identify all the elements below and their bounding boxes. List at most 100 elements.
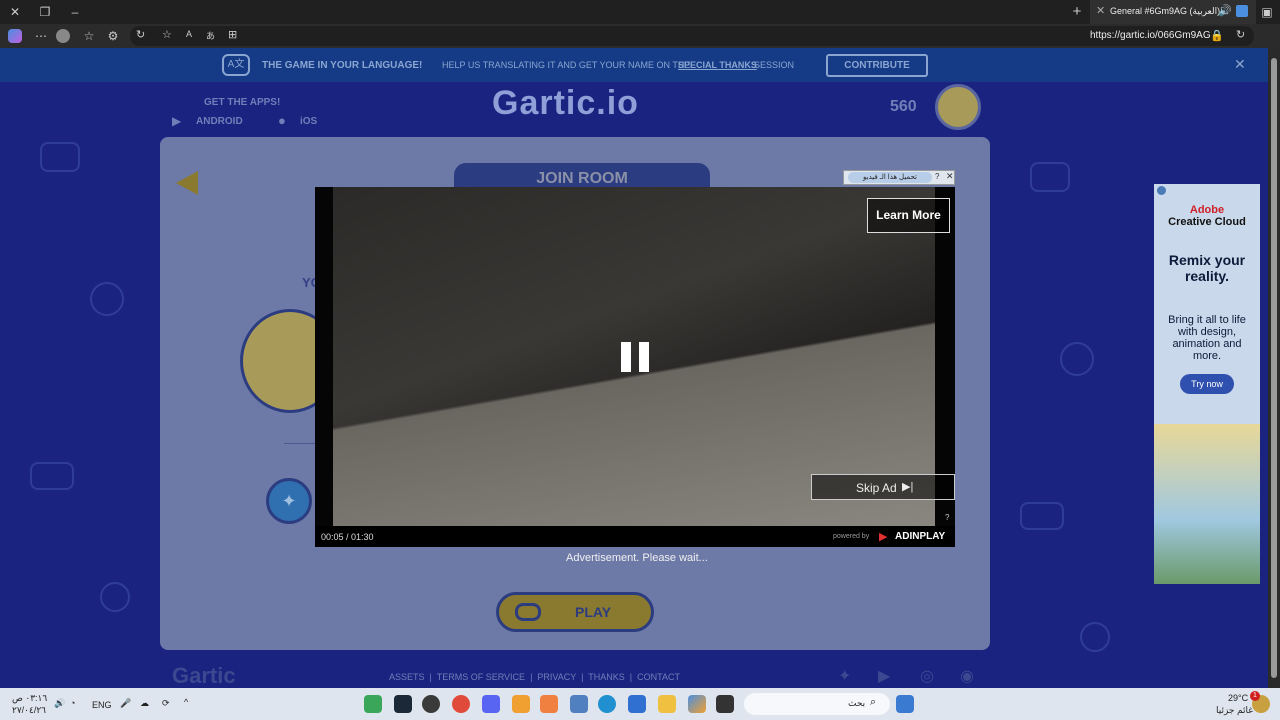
page-viewport: A文 THE GAME IN YOUR LANGUAGE! HELP US TR… <box>0 48 1268 688</box>
pause-icon[interactable] <box>621 342 631 372</box>
tray-expand-icon[interactable]: ^ <box>184 697 188 707</box>
contribute-button[interactable]: CONTRIBUTE <box>826 54 928 77</box>
download-video-label[interactable]: تحميل هذا الـ فيديو <box>848 172 932 183</box>
favicon-icon <box>1236 5 1248 17</box>
video-ad-player[interactable]: Learn More Skip Ad ▶| ? <box>315 187 955 547</box>
wifi-icon[interactable]: ◔ <box>70 698 75 708</box>
play-label: PLAY <box>575 604 612 620</box>
app-icon-4[interactable] <box>570 695 588 713</box>
start-icon[interactable] <box>896 695 914 713</box>
clock-date: ٢٧/٠٤/٢٦ <box>12 705 47 715</box>
search-icon: ⌕ <box>870 696 877 708</box>
ad-wait-text: Advertisement. Please wait... <box>566 552 708 564</box>
discord-taskbar-icon[interactable] <box>482 695 500 713</box>
gartic-logo[interactable]: Gartic.io <box>492 84 639 123</box>
score-text: 560 <box>890 98 917 115</box>
copilot-taskbar-icon[interactable] <box>688 695 706 713</box>
favorites-icon[interactable]: ☆ <box>80 27 98 45</box>
footer-link-terms[interactable]: TERMS OF SERVICE <box>437 672 525 682</box>
banner-close-icon[interactable]: ✕ <box>1234 56 1246 73</box>
sync-off-icon[interactable]: ☁ <box>140 698 149 709</box>
ad-download-chip[interactable]: تحميل هذا الـ فيديو ? ✕ <box>843 170 955 185</box>
android-icon[interactable]: ▶ <box>172 114 181 128</box>
reload-icon[interactable]: ↻ <box>1236 28 1245 41</box>
footer-link-thanks[interactable]: THANKS <box>588 672 625 682</box>
language-indicator[interactable]: ENG <box>92 700 112 710</box>
app-icon-2[interactable] <box>512 695 530 713</box>
ios-link[interactable]: iOS <box>300 116 317 127</box>
apple-icon[interactable]: ● <box>278 113 286 128</box>
terminal-icon[interactable] <box>716 695 734 713</box>
scroll-thumb[interactable] <box>1271 58 1277 678</box>
close-icon[interactable]: ✕ <box>6 3 24 21</box>
star-icon[interactable]: ☆ <box>162 28 172 41</box>
edge-icon[interactable] <box>598 695 616 713</box>
twitter-share-icon[interactable]: ✦ <box>266 478 312 524</box>
ad-cta-button[interactable]: Try now <box>1180 374 1234 394</box>
banner-text: HELP US TRANSLATING IT AND GET YOUR NAME… <box>442 60 691 70</box>
read-aloud-icon[interactable]: A <box>186 29 192 39</box>
tab-actions-icon[interactable]: ▣ <box>1258 3 1276 21</box>
new-tab-icon[interactable]: + <box>1068 3 1086 21</box>
footer-link-contact[interactable]: CONTACT <box>637 672 680 682</box>
translate-icon[interactable]: あ <box>206 29 215 42</box>
help-icon[interactable]: ? <box>945 513 949 522</box>
instagram-icon[interactable]: ◎ <box>920 666 934 686</box>
url-text: https://gartic.io/066Gm9AG <box>1090 30 1211 41</box>
ad-body: Bring it all to life with design, animat… <box>1168 314 1246 362</box>
taskbar-search[interactable]: بحث ⌕ <box>744 693 890 715</box>
tab-close-icon[interactable]: ✕ <box>1096 4 1105 17</box>
get-apps-label: GET THE APPS! <box>204 97 281 108</box>
ad-brand-line2: Creative Cloud <box>1168 216 1246 228</box>
ad-info-icon[interactable]: ? <box>935 172 939 181</box>
url-field[interactable]: ↻ ☆ A あ ⊞ https://gartic.io/066Gm9AG 🔒 ↻ <box>130 26 1254 46</box>
ad-close-icon[interactable]: ✕ <box>946 171 954 182</box>
learn-more-button[interactable]: Learn More <box>867 198 950 233</box>
ad-headline: Remix your reality. <box>1168 252 1246 284</box>
steam-icon[interactable] <box>394 695 412 713</box>
android-link[interactable]: ANDROID <box>196 116 243 127</box>
user-avatar[interactable] <box>935 84 981 130</box>
file-explorer-icon[interactable] <box>658 695 676 713</box>
play-button[interactable]: PLAY <box>496 592 654 632</box>
ad-choices-icon[interactable] <box>1157 186 1166 195</box>
skip-ad-button[interactable]: Skip Ad ▶| <box>811 474 955 500</box>
more-icon[interactable]: ⋯ <box>32 27 50 45</box>
extensions-icon[interactable]: ⚙ <box>104 27 122 45</box>
special-thanks-link[interactable]: SPECIAL THANKS <box>678 60 757 70</box>
banner-headline: THE GAME IN YOUR LANGUAGE! <box>262 60 423 71</box>
clock-time: ٠٣:١٦ ص <box>12 693 48 703</box>
translation-banner: A文 THE GAME IN YOUR LANGUAGE! HELP US TR… <box>0 48 1268 82</box>
footer-link-privacy[interactable]: PRIVACY <box>537 672 576 682</box>
ad-brand-line1: Adobe <box>1189 204 1225 216</box>
footer-link-assets[interactable]: ASSETS <box>389 672 425 682</box>
minimize-icon[interactable]: – <box>66 3 84 21</box>
ad-image <box>1154 424 1260 584</box>
browser-titlebar: ✕ ❐ – + ✕ General #6Gm9AG (العربية) 🔊 ▣ <box>0 0 1280 24</box>
split-screen-icon[interactable]: ⊞ <box>228 28 237 41</box>
app-icon-1[interactable] <box>422 695 440 713</box>
lock-icon[interactable]: 🔒 <box>1210 29 1224 42</box>
store-icon[interactable] <box>628 695 646 713</box>
app-icon-3[interactable] <box>540 695 558 713</box>
side-ad-banner[interactable]: Adobe Creative Cloud Remix your reality.… <box>1154 184 1260 584</box>
profile-icon[interactable] <box>56 29 70 43</box>
volume-icon[interactable]: 🔊 <box>54 698 65 709</box>
xbox-icon[interactable] <box>364 695 382 713</box>
mic-icon[interactable]: 🎤 <box>120 698 131 709</box>
restore-icon[interactable]: ❐ <box>36 3 54 21</box>
address-bar: ⋯ ☆ ⚙ ↻ ☆ A あ ⊞ https://gartic.io/066Gm9… <box>0 24 1280 48</box>
back-arrow-icon[interactable] <box>176 171 198 195</box>
refresh-icon[interactable]: ↻ <box>136 28 145 41</box>
footer-logo[interactable]: Gartic <box>172 663 236 688</box>
twitter-icon[interactable]: ✦ <box>838 666 851 686</box>
youtube-icon[interactable]: ▶ <box>878 666 890 686</box>
copilot-icon[interactable] <box>8 29 22 43</box>
page-scrollbar[interactable] <box>1268 48 1280 688</box>
weather-temp: 29°C <box>1228 693 1249 703</box>
speaker-icon[interactable]: 🔊 <box>1218 4 1232 17</box>
discord-icon[interactable]: ◉ <box>960 666 974 686</box>
update-icon[interactable]: ⟳ <box>162 698 170 709</box>
active-tab[interactable]: ✕ General #6Gm9AG (العربية) 🔊 <box>1090 0 1256 24</box>
chrome-icon[interactable] <box>452 695 470 713</box>
